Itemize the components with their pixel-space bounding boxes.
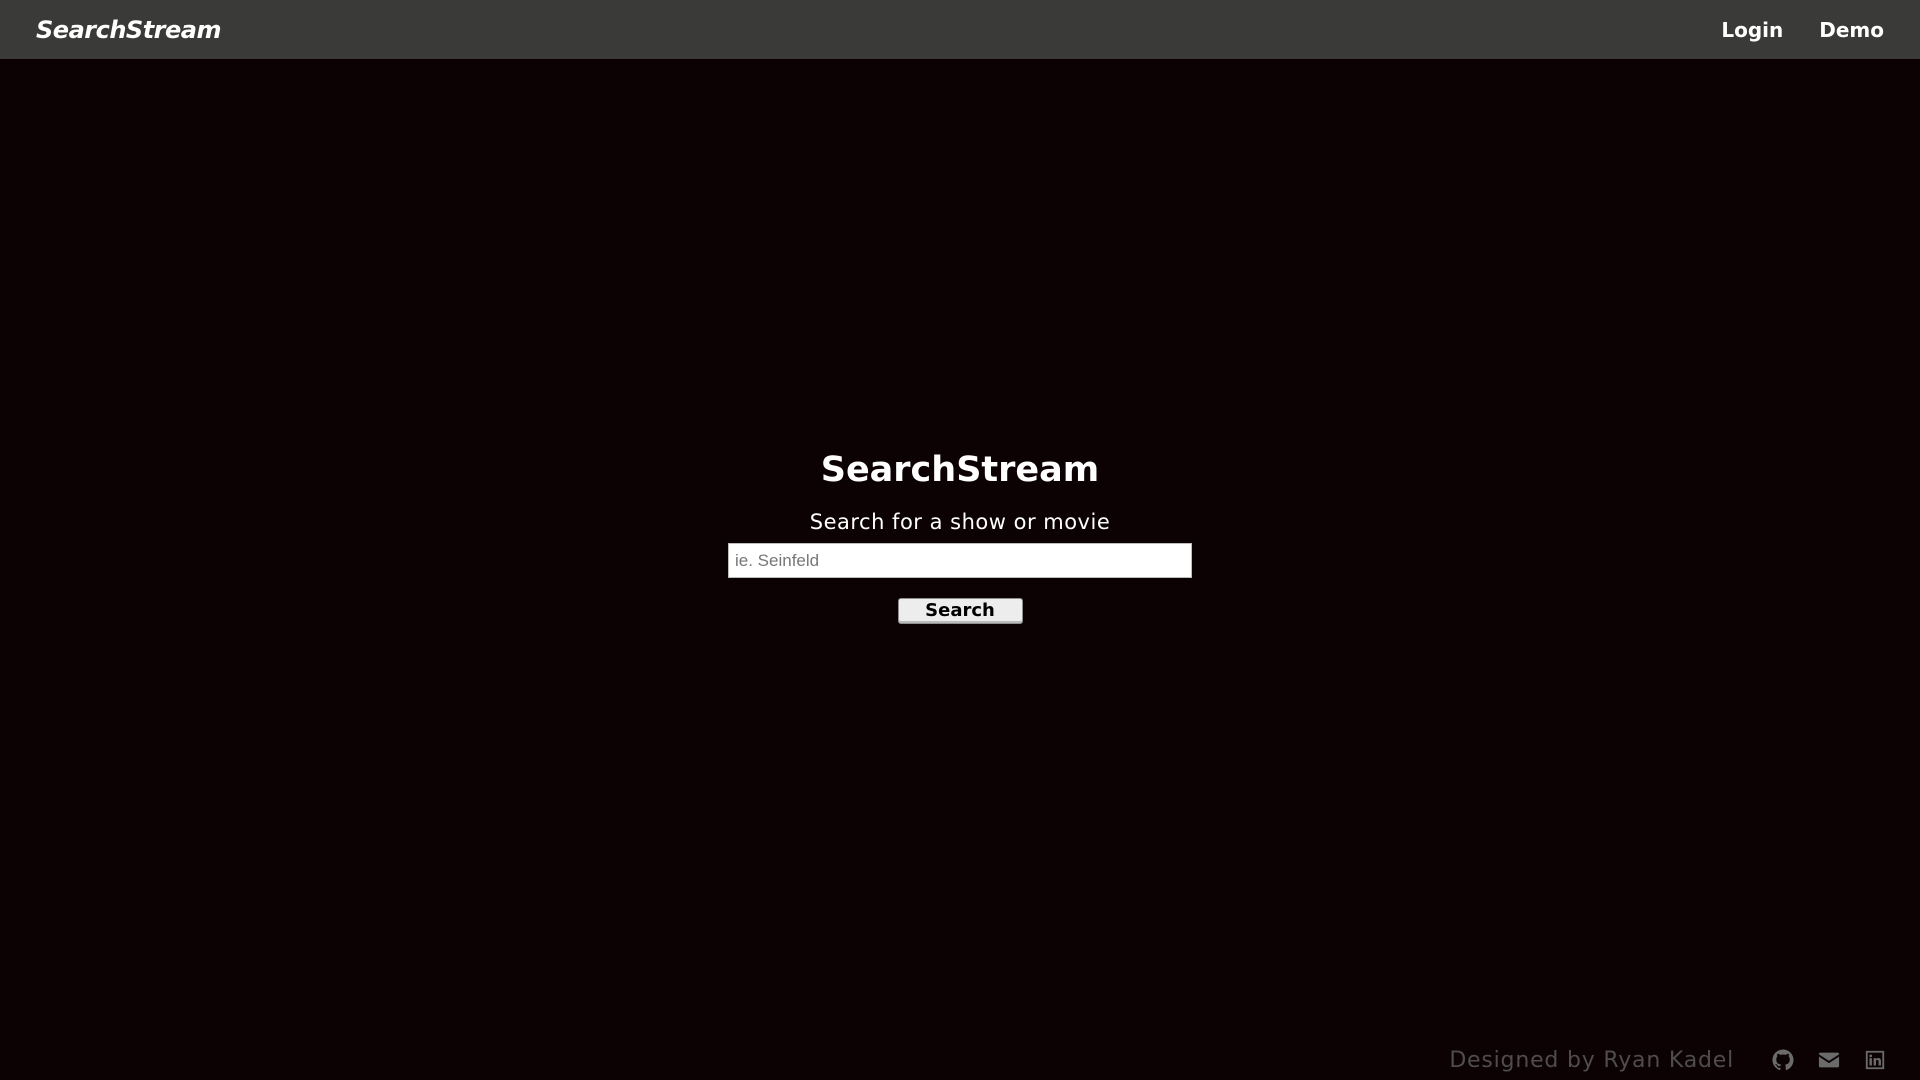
search-hero: SearchStream Search for a show or movie … bbox=[0, 445, 1920, 624]
social-links bbox=[1772, 1049, 1886, 1071]
navbar: SearchStream Login Demo bbox=[0, 0, 1920, 59]
search-input[interactable] bbox=[728, 543, 1192, 578]
demo-link[interactable]: Demo bbox=[1819, 18, 1884, 42]
envelope-icon[interactable] bbox=[1818, 1049, 1840, 1071]
designer-credit: Designed by Ryan Kadel bbox=[1449, 1047, 1734, 1073]
brand-logo-link[interactable]: SearchStream bbox=[36, 16, 221, 44]
github-icon[interactable] bbox=[1772, 1049, 1794, 1071]
footer: Designed by Ryan Kadel bbox=[0, 1040, 1920, 1080]
login-link[interactable]: Login bbox=[1721, 18, 1783, 42]
nav-links: Login Demo bbox=[1721, 18, 1884, 42]
search-button[interactable]: Search bbox=[897, 598, 1023, 624]
page-title: SearchStream bbox=[820, 450, 1100, 490]
linkedin-icon[interactable] bbox=[1864, 1049, 1886, 1071]
search-prompt: Search for a show or movie bbox=[809, 510, 1111, 534]
main-content: SearchStream Search for a show or movie … bbox=[0, 59, 1920, 1080]
